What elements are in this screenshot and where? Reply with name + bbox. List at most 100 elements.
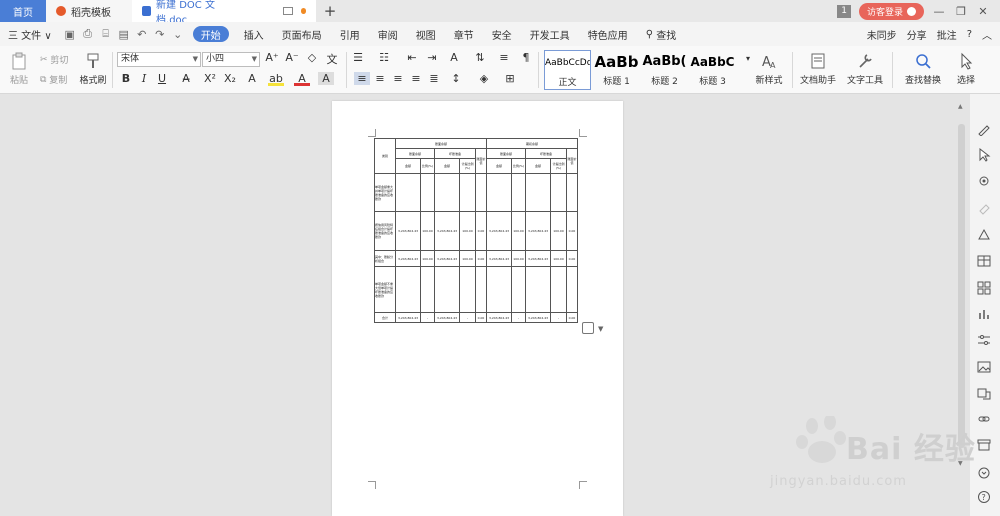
pen-icon[interactable] (977, 122, 991, 136)
collapse-ribbon-button[interactable]: ︿ (982, 27, 992, 42)
line-spacing-icon[interactable]: ≡ (496, 51, 512, 64)
paste-options-icon[interactable] (582, 322, 594, 334)
shrink-font-icon[interactable]: A⁻ (284, 51, 300, 64)
restore-button[interactable]: ❐ (954, 5, 968, 18)
save-icon[interactable]: ▣ (61, 22, 79, 46)
shading-icon[interactable]: ◈ (476, 72, 492, 85)
menu-search[interactable]: ⚲ 查找 (637, 22, 686, 46)
close-button[interactable]: ✕ (976, 5, 990, 18)
menu-start[interactable]: 开始 (192, 26, 229, 42)
eraser-icon[interactable] (977, 201, 991, 215)
image-icon[interactable] (977, 360, 991, 374)
underline-icon[interactable]: U (154, 72, 170, 85)
translate-icon[interactable] (977, 386, 991, 400)
select-cursor-icon[interactable] (977, 148, 991, 162)
phonetic-icon[interactable]: 文 (324, 51, 340, 67)
clear-format-icon[interactable]: ◇ (304, 51, 320, 64)
scrollbar-thumb[interactable] (958, 124, 965, 448)
strikethrough-icon[interactable]: A̶ (178, 72, 194, 85)
format-painter-button[interactable]: 格式刷 (78, 52, 108, 86)
location-icon[interactable] (977, 175, 991, 189)
highlight-icon[interactable]: ab (268, 72, 284, 86)
grow-font-icon[interactable]: A⁺ (264, 51, 280, 64)
comment-button[interactable]: 批注 (937, 27, 957, 42)
tab-document[interactable]: 新建 DOC 文档.doc (132, 0, 316, 26)
settings-sliders-icon[interactable] (977, 333, 991, 347)
increase-indent-icon[interactable]: ⇥ (424, 51, 440, 64)
chart-icon[interactable] (977, 307, 991, 321)
menu-view[interactable]: 视图 (407, 22, 445, 46)
find-replace-button[interactable]: 查找替换 (900, 52, 946, 86)
style-heading-2[interactable]: AaBb( 标题 2 (641, 50, 688, 90)
undo-icon[interactable]: ↶ (133, 22, 151, 46)
menu-file[interactable]: 三 文件 ∨ (0, 22, 61, 46)
scroll-up-icon[interactable]: ▲ (958, 103, 963, 110)
document-page[interactable]: 类别 账面余额 期初余额 账面余额 坏账准备 账面价值 账面余额 坏账准备 账面… (332, 101, 623, 516)
minimize-button[interactable]: — (932, 5, 946, 18)
text-effect-icon[interactable]: A (244, 72, 260, 85)
cut-button[interactable]: ✂ 剪切 (40, 53, 68, 67)
bold-icon[interactable]: B (118, 72, 134, 85)
subscript-icon[interactable]: X₂ (222, 72, 238, 85)
decrease-indent-icon[interactable]: ⇤ (404, 51, 420, 64)
font-name-select[interactable]: 宋体 ▼ (117, 52, 201, 67)
menu-security[interactable]: 安全 (483, 22, 521, 46)
menu-review[interactable]: 审阅 (369, 22, 407, 46)
window-count-badge[interactable]: 1 (837, 4, 851, 18)
print-icon[interactable]: ⌸ (97, 22, 115, 46)
accounts-receivable-table[interactable]: 类别 账面余额 期初余额 账面余额 坏账准备 账面价值 账面余额 坏账准备 账面… (374, 138, 578, 323)
line-spacing-adjust-icon[interactable]: ↕ (448, 72, 464, 85)
menu-page-layout[interactable]: 页面布局 (273, 22, 331, 46)
apps-grid-icon[interactable] (977, 281, 991, 295)
superscript-icon[interactable]: X² (202, 72, 218, 85)
select-button[interactable]: 选择 (950, 52, 982, 86)
paste-button[interactable]: 粘贴 (8, 52, 30, 86)
table-icon[interactable] (977, 254, 991, 268)
sync-status[interactable]: 未同步 (867, 27, 897, 42)
help-circle-icon[interactable]: ? (977, 490, 991, 504)
more-icon[interactable]: ⌄ (169, 22, 187, 46)
justify-icon[interactable]: ≡ (408, 72, 424, 85)
new-style-button[interactable]: AA 新样式 (752, 52, 786, 86)
tab-templates[interactable]: 稻壳模板 (46, 0, 132, 22)
distribute-icon[interactable]: ≣ (426, 72, 442, 85)
more-tools-icon[interactable] (977, 466, 991, 480)
italic-icon[interactable]: I (136, 72, 152, 85)
bullet-list-icon[interactable]: ☰ (350, 51, 366, 64)
show-marks-icon[interactable]: ¶ (518, 51, 534, 64)
align-left-icon[interactable]: ≡ (354, 72, 370, 85)
text-tools-button[interactable]: 文字工具 (842, 52, 888, 86)
menu-chapter[interactable]: 章节 (445, 22, 483, 46)
redo-icon[interactable]: ↷ (151, 22, 169, 46)
font-color-icon[interactable]: A (294, 72, 310, 86)
new-tab-button[interactable]: + (316, 0, 344, 22)
print-preview-icon[interactable]: ⎙ (79, 22, 97, 46)
help-button[interactable]: ? (967, 29, 972, 40)
tab-home[interactable]: 首页 (0, 0, 46, 22)
menu-insert[interactable]: 插入 (235, 22, 273, 46)
style-normal[interactable]: AaBbCcDd 正文 (544, 50, 591, 90)
menu-special[interactable]: 特色应用 (579, 22, 637, 46)
menu-references[interactable]: 引用 (331, 22, 369, 46)
align-right-icon[interactable]: ≡ (390, 72, 406, 85)
share-button[interactable]: 分享 (907, 27, 927, 42)
shapes-icon[interactable] (977, 228, 991, 242)
style-heading-1[interactable]: AaBb 标题 1 (593, 50, 640, 90)
font-size-select[interactable]: 小四 ▼ (202, 52, 260, 67)
menu-developer[interactable]: 开发工具 (521, 22, 579, 46)
chinese-layout-icon[interactable]: A (446, 51, 462, 64)
preview-icon[interactable]: ▤ (115, 22, 133, 46)
monitor-icon[interactable] (283, 7, 293, 15)
chevron-down-icon[interactable]: ▼ (598, 325, 603, 333)
link-icon[interactable] (977, 412, 991, 426)
char-shading-icon[interactable]: A (318, 72, 334, 85)
copy-button[interactable]: ⧉ 复制 (40, 73, 67, 87)
style-heading-3[interactable]: AaBbC 标题 3 (689, 50, 736, 90)
visitor-login-button[interactable]: 访客登录 (858, 2, 924, 20)
doc-assistant-button[interactable]: 文档助手 (798, 52, 838, 86)
sort-icon[interactable]: ⇅ (472, 51, 488, 64)
borders-icon[interactable]: ⊞ (502, 72, 518, 85)
align-center-icon[interactable]: ≡ (372, 72, 388, 85)
archive-icon[interactable] (977, 438, 991, 452)
numbered-list-icon[interactable]: ☷ (376, 51, 392, 64)
